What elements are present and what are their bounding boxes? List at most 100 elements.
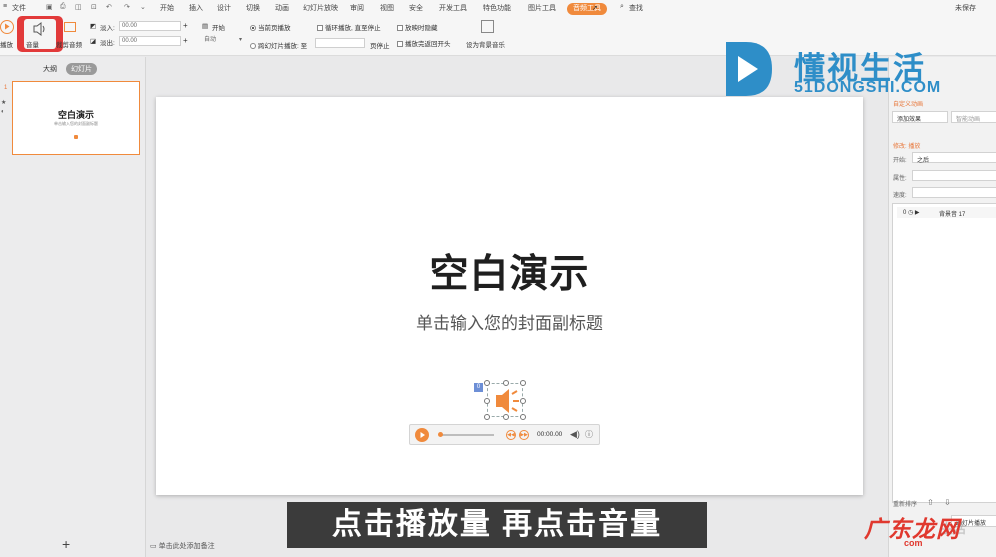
slide-title[interactable]: 空白演示: [156, 243, 863, 299]
rewind-icon[interactable]: ◀◀: [506, 430, 516, 440]
tab-home[interactable]: 开始: [160, 3, 174, 13]
play-label: 播放: [0, 42, 13, 49]
tab-outline[interactable]: 大纲: [43, 64, 57, 74]
hide-checkbox[interactable]: 放映时隐藏: [397, 22, 438, 32]
fade-out-increment[interactable]: +: [183, 36, 188, 45]
volume-label: 音量: [26, 42, 39, 49]
audio-player: ◀◀ ▶▶ 00:00.00 ◀) ⓘ: [409, 424, 600, 445]
resize-handle[interactable]: [520, 398, 526, 404]
fade-out-icon: ◪: [90, 38, 97, 45]
preview-icon[interactable]: ◫: [75, 3, 82, 11]
fade-in-icon: ◩: [90, 23, 97, 30]
tab-design[interactable]: 设计: [217, 3, 231, 13]
tab-insert[interactable]: 插入: [189, 3, 203, 13]
stop-page-input[interactable]: [315, 38, 365, 48]
background-music-label[interactable]: 设为背景音乐: [466, 39, 505, 49]
resize-handle[interactable]: [484, 414, 490, 420]
undo-icon[interactable]: ↶: [106, 3, 112, 11]
add-effect-button[interactable]: 添加效果: [892, 111, 948, 123]
unsaved-label: 未保存: [955, 5, 976, 12]
notes-area[interactable]: ▭ 单击此处添加备注: [150, 541, 215, 551]
resize-handle[interactable]: [520, 414, 526, 420]
resize-handle[interactable]: [503, 414, 509, 420]
start-label: 开始:: [893, 158, 907, 164]
animation-list: 0 ◷ ▶ 背景音 17: [892, 203, 996, 503]
menu-icon[interactable]: ≡: [3, 3, 7, 10]
hide-label: 放映时隐藏: [405, 25, 438, 32]
current-page-radio[interactable]: 当前页播放: [250, 22, 291, 32]
start-label: 开始: [212, 25, 225, 32]
move-down-icon[interactable]: ⇩: [944, 498, 951, 507]
search-label[interactable]: 查找: [629, 3, 643, 13]
player-info-icon[interactable]: ⓘ: [585, 429, 593, 440]
rewind-checkbox[interactable]: 播放完返回开头: [397, 38, 451, 48]
tab-developer[interactable]: 开发工具: [439, 3, 467, 13]
notes-placeholder: 单击此处添加备注: [158, 543, 215, 550]
save-icon[interactable]: ▣: [46, 3, 53, 11]
print-icon[interactable]: ⎙: [60, 3, 66, 11]
trim-audio-icon[interactable]: [64, 22, 76, 32]
tab-audio-tools[interactable]: 音频工具: [567, 3, 607, 15]
tab-slideshow[interactable]: 幻灯片放映: [303, 3, 338, 13]
search-icon[interactable]: ⌕: [620, 3, 624, 11]
start-select[interactable]: 自动 ▾: [202, 36, 244, 46]
tab-picture-tools[interactable]: 图片工具: [528, 3, 556, 13]
start-select-value: 之后: [917, 158, 930, 164]
thumbnail-audio-icon: [74, 135, 78, 139]
player-play-button[interactable]: [415, 428, 429, 442]
current-page-label: 当前页播放: [258, 25, 291, 32]
forward-icon[interactable]: ▶▶: [519, 430, 529, 440]
tab-transition[interactable]: 切换: [246, 3, 260, 13]
add-slide-button[interactable]: +: [62, 536, 70, 552]
tab-review[interactable]: 审阅: [350, 3, 364, 13]
tab-features[interactable]: 特色功能: [483, 3, 511, 13]
redo-icon[interactable]: ↷: [124, 3, 130, 11]
player-time: 00:00.00: [537, 431, 563, 438]
play-icon: [5, 23, 10, 30]
start-select-value: 自动: [204, 37, 217, 43]
trim-audio-label[interactable]: 裁剪音频: [56, 39, 82, 49]
start-select[interactable]: 之后: [912, 152, 996, 164]
resize-handle[interactable]: [484, 380, 490, 386]
background-music-icon[interactable]: [481, 20, 494, 33]
player-progress-bar[interactable]: [439, 434, 494, 436]
resize-handle[interactable]: [520, 380, 526, 386]
speaker-icon: [33, 22, 45, 36]
volume-button[interactable]: 音量: [24, 19, 56, 49]
resize-handle[interactable]: [484, 398, 490, 404]
slide-thumbnail[interactable]: 空白演示 单击输入您的封面副标题: [12, 81, 140, 155]
file-menu[interactable]: 文件: [12, 3, 26, 13]
fade-in-input[interactable]: 00.00: [119, 21, 181, 31]
smart-animation-button[interactable]: 智能动画: [951, 111, 996, 123]
watermark-url: 51DONGSHI.COM: [794, 79, 942, 96]
more-icon[interactable]: ⌄: [140, 3, 146, 11]
animation-list-item[interactable]: 0 ◷ ▶ 背景音 17: [897, 207, 996, 218]
speed-label: 速度:: [893, 193, 907, 199]
watermark-logo-icon: [726, 42, 772, 96]
video-caption: 点击播放量 再点击音量: [287, 502, 707, 548]
loop-label: 循环播放, 直至停止: [325, 25, 381, 32]
format-painter-icon[interactable]: ⊡: [91, 3, 97, 11]
chevron-down-icon: ▾: [238, 37, 242, 43]
speed-select[interactable]: [912, 187, 996, 198]
tab-security[interactable]: 安全: [409, 3, 423, 13]
reorder-label: 重新排序: [893, 502, 918, 508]
move-up-icon[interactable]: ⇧: [927, 498, 934, 507]
custom-animation-pane: 自定义动画 添加效果 智能动画 修改: 播放 开始: 之后 属性: 速度: 0 …: [888, 57, 996, 557]
play-button[interactable]: [0, 20, 14, 34]
player-progress-knob[interactable]: [438, 432, 443, 437]
fade-out-input[interactable]: 00.00: [119, 36, 181, 46]
slide-subtitle[interactable]: 单击输入您的封面副标题: [156, 309, 863, 334]
resize-handle[interactable]: [503, 380, 509, 386]
player-volume-icon[interactable]: ◀): [570, 429, 580, 440]
tab-view[interactable]: 视图: [380, 3, 394, 13]
property-select[interactable]: [912, 170, 996, 181]
audio-object[interactable]: [484, 380, 526, 420]
slide-canvas[interactable]: 空白演示 单击输入您的封面副标题 0 ◀◀ ▶▶ 00:00.00 ◀) ⓘ: [156, 97, 863, 495]
tab-slides[interactable]: 幻灯片: [66, 63, 97, 75]
cross-pages-radio[interactable]: 跨幻灯片播放: 至: [250, 40, 307, 50]
fade-in-increment[interactable]: +: [183, 21, 188, 30]
slides-pane: 大纲 幻灯片 1 ★ ◐ 空白演示 单击输入您的封面副标题 +: [0, 57, 146, 557]
loop-checkbox[interactable]: 循环播放, 直至停止: [317, 22, 381, 32]
tab-animation[interactable]: 动画: [275, 3, 289, 13]
